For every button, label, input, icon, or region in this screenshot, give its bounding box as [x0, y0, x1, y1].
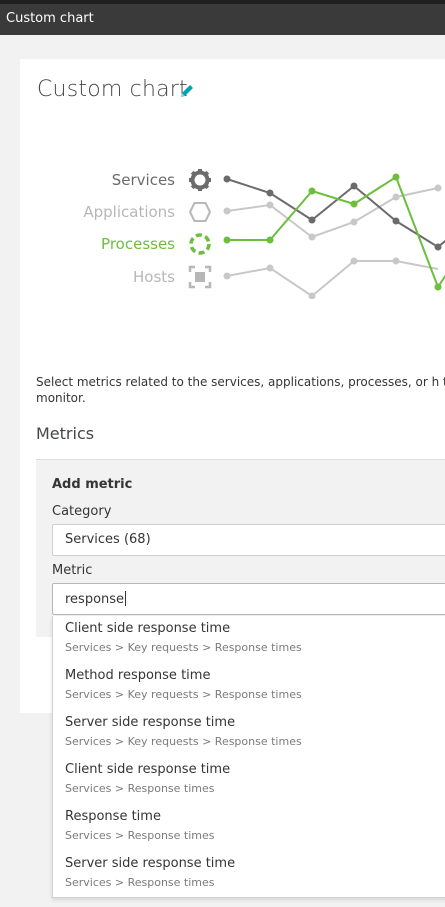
dashed-circle-icon: [189, 233, 211, 255]
suggestion-name: Client side response time: [65, 621, 231, 636]
category-label: Category: [52, 504, 112, 519]
suggestion-item[interactable]: Server side response time Services > Res…: [53, 851, 445, 898]
category-select-value: Services (68): [65, 532, 151, 547]
suggestion-item[interactable]: Client side response time Services > Key…: [53, 616, 445, 663]
suggestion-name: Response time: [65, 809, 161, 824]
decorative-line-graph: [223, 173, 445, 299]
suggestion-name: Server side response time: [65, 856, 236, 871]
hexagon-icon: [188, 202, 212, 222]
legend-label-processes: Processes: [101, 235, 175, 253]
suggestion-name: Client side response time: [65, 762, 231, 777]
legend-label-services: Services: [111, 171, 175, 189]
suggestion-path: Services > Key requests > Response times: [65, 735, 302, 748]
suggestion-path: Services > Response times: [65, 876, 215, 889]
legend-label-hosts: Hosts: [133, 268, 175, 286]
main-panel: Custom chart Services Applications Proce…: [20, 59, 445, 713]
suggestion-name: Method response time: [65, 668, 211, 683]
metric-search-input[interactable]: response: [52, 583, 445, 615]
metric-input-value: response: [65, 592, 125, 607]
suggestion-item[interactable]: Server side response time Services > Key…: [53, 710, 445, 757]
host-square-icon: [188, 265, 212, 289]
add-metric-box: Add metric Category Services (68) Metric…: [36, 459, 445, 637]
pencil-edit-icon[interactable]: [178, 82, 196, 100]
category-select[interactable]: Services (68): [52, 524, 445, 556]
metrics-section-title: Metrics: [36, 424, 95, 443]
gear-icon: [189, 169, 211, 191]
suggestion-item[interactable]: Response time Services > Response times: [53, 804, 445, 851]
text-caret: [125, 591, 127, 606]
suggestion-path: Services > Response times: [65, 829, 215, 842]
window-titlebar: Custom chart: [0, 0, 445, 35]
description-text: Select metrics related to the services, …: [36, 375, 445, 405]
metric-suggestions-dropdown: Client side response time Services > Key…: [52, 616, 445, 898]
suggestion-path: Services > Key requests > Response times: [65, 641, 302, 654]
add-metric-heading: Add metric: [52, 477, 133, 492]
window-title: Custom chart: [6, 11, 94, 26]
legend-label-applications: Applications: [83, 203, 175, 221]
suggestion-item[interactable]: Method response time Services > Key requ…: [53, 663, 445, 710]
suggestion-path: Services > Key requests > Response times: [65, 688, 302, 701]
suggestion-path: Services > Response times: [65, 782, 215, 795]
suggestion-item[interactable]: Client side response time Services > Res…: [53, 757, 445, 804]
page-title: Custom chart: [37, 77, 188, 102]
suggestion-name: Server side response time: [65, 715, 236, 730]
metric-label: Metric: [52, 563, 93, 578]
